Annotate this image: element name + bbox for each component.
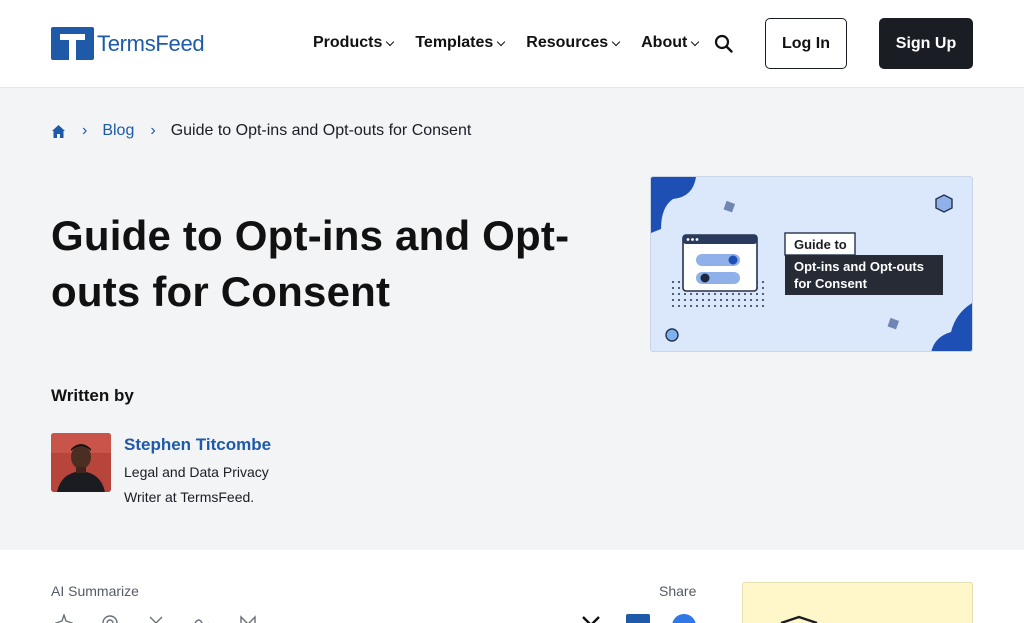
article-hero: › Blog › Guide to Opt-ins and Opt-outs f… — [0, 88, 1024, 550]
chevron-down-icon — [611, 37, 621, 46]
nav-resources[interactable]: Resources — [526, 33, 621, 53]
linkedin-icon[interactable] — [626, 614, 650, 623]
home-icon[interactable] — [51, 124, 66, 139]
x-icon[interactable] — [580, 614, 602, 623]
author-bio: Legal and Data Privacy Writer at TermsFe… — [124, 464, 269, 505]
nav-products[interactable]: Products — [313, 33, 395, 53]
article-cover-image: Guide to Opt-ins and Opt-outs for Consen… — [650, 176, 973, 352]
cover-badge-line2: for Consent — [794, 276, 867, 291]
nav-about[interactable]: About — [641, 33, 700, 53]
ai-summarize-label: AI Summarize — [51, 583, 139, 599]
ai-m-icon[interactable] — [239, 614, 257, 623]
logo-mark-icon — [51, 27, 94, 60]
breadcrumb: › Blog › Guide to Opt-ins and Opt-outs f… — [51, 122, 471, 140]
nav-products-label: Products — [313, 34, 383, 51]
site-header: TermsFeed Products Templates Resources A… — [0, 0, 1024, 88]
page-title: Guide to Opt-ins and Opt-outs for Consen… — [51, 212, 570, 315]
nav-about-label: About — [641, 34, 688, 51]
cover-badge-line1: Opt-ins and Opt-outs — [794, 259, 924, 274]
share-buttons — [580, 614, 696, 623]
ai-summarize-icons — [53, 612, 285, 623]
search-icon[interactable] — [714, 34, 734, 54]
chevron-down-icon — [691, 37, 700, 46]
chevron-right-icon: › — [82, 122, 88, 139]
nav-resources-label: Resources — [526, 34, 609, 51]
ai-knot-icon[interactable] — [101, 614, 119, 623]
chevron-down-icon — [386, 37, 395, 46]
cover-badge-top: Guide to — [794, 237, 847, 252]
chevron-down-icon — [497, 37, 506, 46]
signup-button[interactable]: Sign Up — [879, 18, 973, 69]
ai-star-icon[interactable] — [147, 614, 165, 623]
author-name-link[interactable]: Stephen Titcombe — [124, 435, 271, 455]
breadcrumb-blog-link[interactable]: Blog — [102, 122, 134, 140]
sidebar-promo-card[interactable] — [742, 582, 973, 623]
main-nav: Products Templates Resources About — [313, 33, 720, 53]
ai-sparkle-icon[interactable] — [53, 612, 75, 623]
ai-wave-icon[interactable] — [193, 614, 211, 623]
login-button[interactable]: Log In — [765, 18, 847, 69]
written-by-label: Written by — [51, 386, 134, 405]
facebook-icon[interactable] — [672, 614, 696, 623]
breadcrumb-current: Guide to Opt-ins and Opt-outs for Consen… — [170, 122, 472, 139]
share-label: Share — [659, 583, 697, 599]
chevron-right-icon: › — [150, 122, 156, 139]
nav-templates[interactable]: Templates — [415, 33, 506, 53]
nav-templates-label: Templates — [415, 34, 494, 51]
author-avatar[interactable] — [51, 433, 111, 492]
brand-name: TermsFeed — [97, 30, 205, 56]
brand-logo[interactable]: TermsFeed — [51, 27, 205, 60]
